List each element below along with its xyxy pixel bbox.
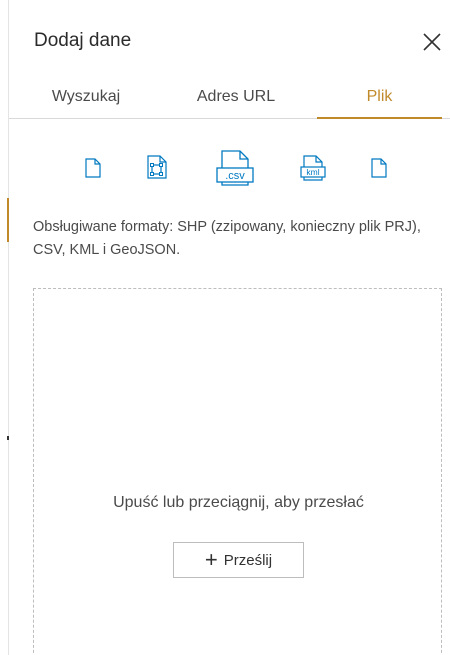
format-icons-row: .csv kml xyxy=(9,150,450,192)
add-data-panel: Dodaj dane Wyszukaj Adres URL Plik .csv … xyxy=(9,0,450,655)
tab-bar: Wyszukaj Adres URL Plik xyxy=(9,84,450,119)
tab-search[interactable]: Wyszukaj xyxy=(31,84,141,118)
kml-icon-label: kml xyxy=(306,167,319,177)
upload-button[interactable]: + Prześlij xyxy=(173,542,304,578)
left-rail xyxy=(0,0,9,655)
kml-file-icon: kml xyxy=(300,155,326,181)
panel-title: Dodaj dane xyxy=(34,30,132,51)
dropzone-hint: Upuść lub przeciągnij, aby przesłać xyxy=(113,494,364,511)
panel-header: Dodaj dane xyxy=(9,0,450,84)
shapefile-file-icon xyxy=(85,158,101,178)
csv-file-icon: .csv xyxy=(216,150,254,186)
geojson-file-icon xyxy=(147,155,167,179)
geojson-format-button[interactable] xyxy=(147,155,167,179)
csv-icon-label: .csv xyxy=(225,170,245,182)
generic-format-button[interactable] xyxy=(371,158,387,178)
tab-file[interactable]: Plik xyxy=(317,84,442,119)
kml-format-button[interactable]: kml xyxy=(300,155,326,181)
csv-format-button[interactable]: .csv xyxy=(216,150,254,186)
upload-button-label: Prześlij xyxy=(223,551,273,569)
close-icon xyxy=(423,33,441,51)
add-data-window: Dodaj dane Wyszukaj Adres URL Plik .csv … xyxy=(0,0,450,655)
supported-formats-text: Obsługiwane formaty: SHP (zzipowany, kon… xyxy=(33,219,421,258)
shapefile-format-button[interactable] xyxy=(85,158,101,178)
file-dropzone[interactable]: Upuść lub przeciągnij, aby przesłać + Pr… xyxy=(33,288,442,655)
tab-url[interactable]: Adres URL xyxy=(171,84,301,118)
close-button[interactable] xyxy=(420,30,444,54)
plus-icon: + xyxy=(204,547,218,572)
generic-file-icon xyxy=(371,158,387,178)
